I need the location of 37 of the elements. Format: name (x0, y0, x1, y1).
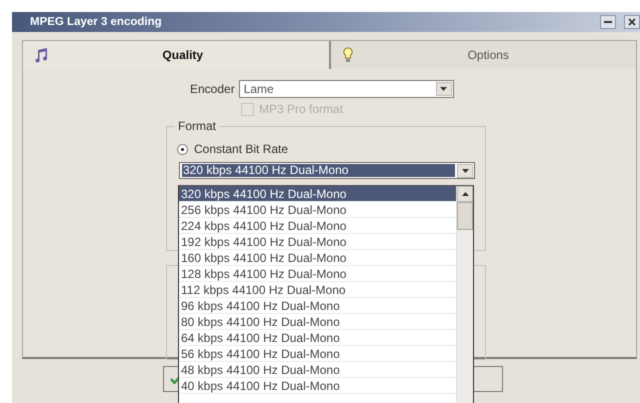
list-item[interactable]: 40 kbps 44100 Hz Dual-Mono (179, 378, 456, 394)
list-item[interactable]: 80 kbps 44100 Hz Dual-Mono (179, 314, 456, 330)
caret-icon (440, 87, 448, 91)
dropdown-button[interactable] (457, 164, 473, 178)
cancel-button[interactable] (473, 366, 503, 392)
list-item[interactable]: 128 kbps 44100 Hz Dual-Mono (179, 266, 456, 282)
checkbox-label: MP3 Pro format (259, 102, 344, 116)
list-item[interactable]: 64 kbps 44100 Hz Dual-Mono (179, 330, 456, 346)
list-item[interactable]: 112 kbps 44100 Hz Dual-Mono (179, 282, 456, 298)
minimize-button[interactable] (600, 15, 616, 29)
radio-label: Constant Bit Rate (194, 142, 288, 156)
bitrate-dropdown[interactable]: 320 kbps 44100 Hz Dual-Mono (179, 162, 475, 179)
scroll-up-button[interactable] (457, 186, 473, 202)
list-item[interactable]: 320 kbps 44100 Hz Dual-Mono (179, 186, 456, 202)
list-item[interactable]: 56 kbps 44100 Hz Dual-Mono (179, 346, 456, 362)
list-item[interactable]: 96 kbps 44100 Hz Dual-Mono (179, 298, 456, 314)
list-item[interactable]: 160 kbps 44100 Hz Dual-Mono (179, 250, 456, 266)
encoder-label: Encoder (190, 82, 235, 96)
tab[interactable]: Options (330, 41, 636, 69)
caret-up-icon (462, 192, 468, 196)
list-item[interactable]: 192 kbps 44100 Hz Dual-Mono (179, 234, 456, 250)
minimize-icon (604, 21, 612, 23)
scrollbar[interactable] (456, 186, 473, 403)
dropdown-button[interactable] (436, 82, 452, 96)
list-item[interactable]: 256 kbps 44100 Hz Dual-Mono (179, 202, 456, 218)
close-button[interactable] (624, 15, 640, 29)
lightbulb-icon (342, 47, 352, 63)
scroll-thumb[interactable] (457, 202, 473, 230)
close-icon (628, 18, 636, 26)
group-title: Format (175, 119, 220, 133)
window-title: MPEG Layer 3 encoding (30, 16, 163, 28)
music-notes-icon (35, 47, 49, 63)
caret-icon (462, 168, 468, 172)
list-item[interactable]: 224 kbps 44100 Hz Dual-Mono (179, 218, 456, 234)
list-item[interactable]: 48 kbps 44100 Hz Dual-Mono (179, 362, 456, 378)
radio-button[interactable] (177, 144, 188, 154)
encoder-dropdown[interactable]: Lame (238, 80, 454, 98)
